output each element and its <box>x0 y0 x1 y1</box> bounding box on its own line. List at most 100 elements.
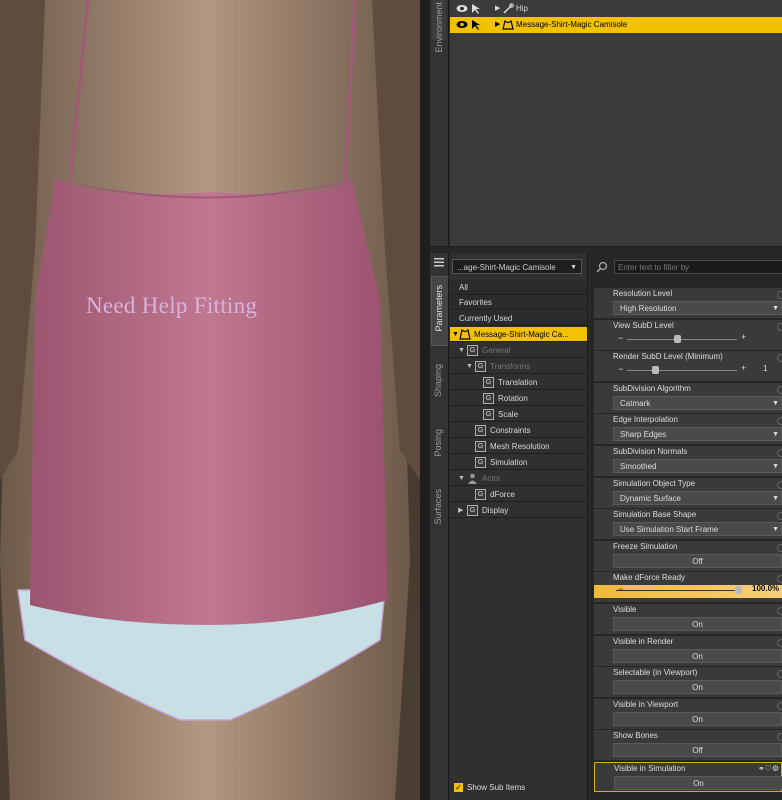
param-value[interactable]: 100.0% <box>752 584 779 593</box>
expand-arrow-icon[interactable]: ▼ <box>458 471 465 486</box>
param-slider[interactable]: − +1 <box>613 363 782 377</box>
param-simulation-base-shape[interactable]: Simulation Base Shape Use Simulation Star… <box>594 509 782 540</box>
scene-row-hip[interactable]: ▶ Hip <box>450 1 782 17</box>
expand-arrow-icon[interactable]: ▶ <box>495 1 500 17</box>
param-toggle[interactable]: On <box>613 617 782 631</box>
param-toggle[interactable]: On <box>613 711 782 726</box>
keyframe-dot-icon[interactable] <box>777 733 782 742</box>
slider-knob[interactable] <box>651 366 659 375</box>
scene-tree[interactable]: ▶ Hip ▶ Message-Shirt-Magic Camisole <box>450 0 782 246</box>
param-visible-in-simulation[interactable]: Visible in Simulation On ⚭♡⚙ <box>594 762 782 792</box>
keyframe-dot-icon[interactable] <box>777 291 782 299</box>
param-select[interactable]: Dynamic Surface ▼ <box>613 490 782 505</box>
tab-shaping[interactable]: Shaping <box>432 360 446 410</box>
keyframe-dot-icon[interactable] <box>777 607 782 615</box>
keyframe-dot-icon[interactable] <box>777 322 782 331</box>
node-select-dropdown[interactable]: ...age-Shirt-Magic Camisole ▼ <box>452 259 582 274</box>
minus-icon[interactable]: − <box>618 364 623 374</box>
minus-icon[interactable]: − <box>618 584 623 594</box>
param-freeze-simulation[interactable]: Freeze Simulation Off <box>594 540 782 571</box>
tree-group-display[interactable]: ▶ G Display <box>450 503 587 518</box>
expand-arrow-icon[interactable]: ▼ <box>452 327 459 342</box>
keyframe-dot-icon[interactable] <box>777 417 782 426</box>
filter-currently-used[interactable]: Currently Used <box>450 311 587 326</box>
slider-knob[interactable] <box>735 586 742 595</box>
param-toggle[interactable]: On <box>613 648 782 663</box>
param-select[interactable]: Sharp Edges ▼ <box>613 427 782 442</box>
tree-group-simulation[interactable]: G Simulation <box>450 455 587 470</box>
tree-group-constraints[interactable]: G Constraints <box>450 423 587 438</box>
search-icon[interactable] <box>596 261 608 273</box>
tab-surfaces[interactable]: Surfaces <box>432 485 446 540</box>
parameters-list[interactable]: Resolution Level High Resolution ▼ View Sub… <box>590 253 782 800</box>
tree-node-camisole[interactable]: ▼ Message-Shirt-Magic Ca... <box>450 327 587 342</box>
slider-track[interactable] <box>616 590 738 592</box>
tree-group-general[interactable]: ▼ G General <box>450 343 587 358</box>
filter-favorites[interactable]: Favorites <box>450 295 587 310</box>
minus-icon[interactable]: − <box>618 333 623 343</box>
keyframe-dot-icon[interactable] <box>777 385 782 394</box>
keyframe-dot-icon[interactable] <box>777 354 782 363</box>
eye-icon[interactable] <box>456 4 468 13</box>
expand-arrow-icon[interactable]: ▼ <box>458 343 465 358</box>
property-tree[interactable]: ...age-Shirt-Magic Camisole ▼ All Favori… <box>450 253 588 800</box>
param-edge-interpolation[interactable]: Edge Interpolation Sharp Edges ▼ <box>594 414 782 445</box>
param-visible-in-render[interactable]: Visible in Render On <box>594 635 782 666</box>
tab-parameters[interactable]: Parameters <box>431 276 448 346</box>
expand-arrow-icon[interactable]: ▼ <box>466 359 473 374</box>
param-toggle[interactable]: On <box>613 680 782 695</box>
slider-track[interactable] <box>627 370 737 372</box>
plus-icon[interactable]: + <box>741 363 746 373</box>
3d-viewport[interactable]: Need Help Fitting <box>0 0 420 800</box>
tree-group-transforms[interactable]: ▼ G Transforms <box>450 359 587 374</box>
param-visible[interactable]: Visible On <box>594 604 782 634</box>
param-render-subd-level-minimum[interactable]: Render SubD Level (Minimum) − +1 <box>594 351 782 382</box>
keyframe-dot-icon[interactable] <box>777 575 782 584</box>
tree-group-mesh-resolution[interactable]: G Mesh Resolution <box>450 439 587 454</box>
keyframe-dot-icon[interactable] <box>777 638 782 647</box>
param-show-bones[interactable]: Show Bones Off <box>594 730 782 761</box>
filter-all[interactable]: All <box>450 280 587 295</box>
slider-knob[interactable] <box>673 334 681 343</box>
keyframe-dot-icon[interactable] <box>777 701 782 710</box>
param-selectable-in-viewport[interactable]: Selectable (in Viewport) On <box>594 667 782 698</box>
keyframe-dot-icon[interactable] <box>777 543 782 552</box>
param-make-dforce-ready[interactable]: Make dForce Ready − 100.0% <box>594 572 782 603</box>
tab-posing[interactable]: Posing <box>432 425 446 470</box>
keyframe-dot-icon[interactable] <box>777 449 782 457</box>
tree-group-dforce[interactable]: G dForce <box>450 487 587 502</box>
scene-row-camisole[interactable]: ▶ Message-Shirt-Magic Camisole <box>450 17 782 33</box>
tab-environment[interactable]: Environment <box>432 0 446 53</box>
param-select[interactable]: Catmark ▼ <box>613 395 782 410</box>
keyframe-dot-icon[interactable] <box>777 670 782 679</box>
keyframe-dot-icon[interactable] <box>777 512 782 521</box>
plus-icon[interactable]: + <box>741 332 746 342</box>
show-sub-items-checkbox[interactable]: ✓ Show Sub Items <box>454 783 525 792</box>
param-visible-in-viewport[interactable]: Visible in Viewport On <box>594 698 782 729</box>
filter-input[interactable] <box>614 260 782 274</box>
param-select[interactable]: Use Simulation Start Frame ▼ <box>613 522 782 537</box>
keyframe-dot-icon[interactable] <box>777 480 782 489</box>
param-toggle[interactable]: Off <box>613 553 782 568</box>
tree-group-translation[interactable]: G Translation <box>450 375 587 390</box>
param-value[interactable]: 1 <box>763 364 767 373</box>
tree-group-rotation[interactable]: G Rotation <box>450 391 587 406</box>
param-view-subd-level[interactable]: View SubD Level − + <box>594 319 782 350</box>
param-resolution-level[interactable]: Resolution Level High Resolution ▼ <box>594 288 782 318</box>
tree-group-scale[interactable]: G Scale <box>450 407 587 422</box>
slider-track[interactable] <box>627 338 737 340</box>
viewport-divider[interactable] <box>420 0 430 800</box>
expand-arrow-icon[interactable]: ▶ <box>495 17 500 33</box>
link-favorite-gear-icon[interactable]: ⚭♡⚙ <box>758 764 779 773</box>
param-simulation-object-type[interactable]: Simulation Object Type Dynamic Surface ▼ <box>594 477 782 508</box>
expand-arrow-icon[interactable]: ▶ <box>458 503 463 518</box>
cursor-icon[interactable] <box>470 19 482 31</box>
eye-icon[interactable] <box>456 20 468 29</box>
cursor-icon[interactable] <box>470 3 482 15</box>
param-subdivision-normals[interactable]: SubDivision Normals Smoothed ▼ <box>594 446 782 476</box>
param-subdivision-algorithm[interactable]: SubDivision Algorithm Catmark ▼ <box>594 382 782 413</box>
param-select[interactable]: Smoothed ▼ <box>613 459 782 473</box>
param-toggle[interactable]: On <box>614 776 782 790</box>
tree-group-actor[interactable]: ▼ Actor <box>450 471 587 486</box>
menu-icon[interactable] <box>433 256 445 268</box>
